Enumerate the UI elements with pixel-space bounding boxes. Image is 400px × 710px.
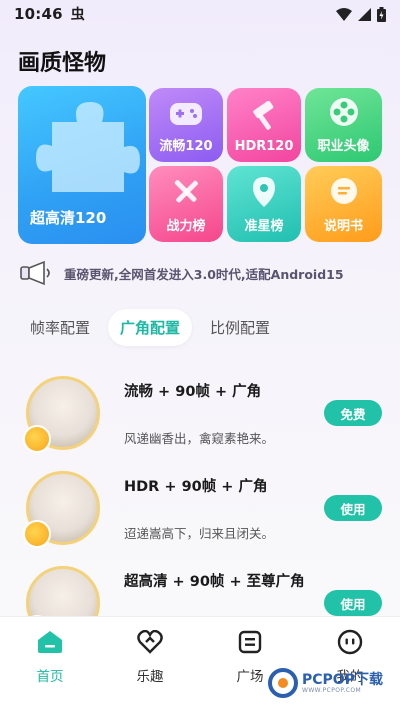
config-tabs: 帧率配置 广角配置 比例配置 [18,308,288,346]
profile-face-icon [335,627,365,657]
puzzle-icon [36,102,140,192]
chat-bubble-icon [330,178,357,204]
notification-icon: 虫 [70,7,85,23]
app-title: 画质怪物 [18,51,107,76]
tab-frame-rate[interactable]: 帧率配置 [18,309,102,346]
config-desc: 迢递嵩高下，归来且闭关。 [124,526,275,541]
gamepad-icon [170,103,202,125]
avatar [23,376,100,453]
nav-label: 乐趣 [136,669,164,685]
watermark-url: WWW.PCPOP.COM [302,686,362,694]
config-list: 流畅 + 90帧 + 广角 风递幽香出，禽窥素艳来。 免费 HDR + 90帧 … [0,360,400,616]
tile-label: 超高清120 [30,209,107,227]
tile-label: 流畅120 [159,139,213,154]
megaphone-icon [20,260,50,286]
sun-badge-icon [23,425,51,453]
tile-manual[interactable]: 说明书 [305,166,382,242]
battery-icon [377,6,386,22]
pcpop-logo-icon [268,668,298,698]
square-list-icon [235,627,265,657]
tile-label: 战力榜 [166,219,206,234]
tile-label: 准星榜 [244,219,284,234]
list-item[interactable]: 超高清 + 90帧 + 至尊广角 使用 [0,550,400,616]
crossed-swords-icon [174,180,198,203]
announcement-text: 重磅更新,全网首发进入3.0时代,适配Android15 [64,266,344,282]
watermark-text: PCPOP下载 WWW.PCPOP.COM [302,673,383,694]
tile-pro-avatar[interactable]: 职业头像 [305,88,382,162]
tile-super-hd-120[interactable]: 超高清120 [18,86,146,244]
tile-crosshair-rank[interactable]: 准星榜 [227,166,301,242]
status-bar: 10:46 虫 [0,0,400,28]
home-icon [35,627,65,657]
free-button[interactable]: 免费 [324,400,382,426]
status-time: 10:46 [14,5,63,23]
config-title: 超高清 + 90帧 + 至尊广角 [124,574,305,590]
tile-hdr-120[interactable]: HDR120 [227,88,301,162]
hammer-icon [253,101,274,130]
watermark-brand: PCPOP下载 [302,671,383,688]
tile-label: 说明书 [323,219,363,234]
sun-badge-icon [23,520,51,548]
tile-label: HDR120 [234,139,294,154]
heart-link-icon [135,627,165,657]
wifi-icon [336,7,352,21]
tile-power-rank[interactable]: 战力榜 [149,166,223,242]
nav-label: 广场 [236,669,264,685]
avatar [23,566,100,616]
config-title: HDR + 90帧 + 广角 [124,479,268,495]
list-item[interactable]: 流畅 + 90帧 + 广角 风递幽香出，禽窥素艳来。 免费 [0,360,400,456]
tile-smooth-120[interactable]: 流畅120 [149,88,223,162]
announcement-bar[interactable]: 重磅更新,全网首发进入3.0时代,适配Android15 [18,258,384,288]
tile-label: 职业头像 [317,139,370,154]
watermark: PCPOP下载 WWW.PCPOP.COM [268,663,400,703]
status-icons [336,6,386,22]
nav-label: 首页 [36,669,64,685]
nav-fun[interactable]: 乐趣 [100,617,200,710]
tab-wide-angle[interactable]: 广角配置 [108,308,193,346]
list-item[interactable]: HDR + 90帧 + 广角 迢递嵩高下，归来且闭关。 使用 [0,455,400,551]
use-button[interactable]: 使用 [324,590,382,616]
config-desc: 风递幽香出，禽窥素艳来。 [124,431,275,446]
tab-ratio[interactable]: 比例配置 [198,309,282,346]
map-pin-icon [253,177,275,207]
avatar [23,471,100,548]
signal-icon [358,7,371,21]
config-title: 流畅 + 90帧 + 广角 [124,384,262,400]
use-button[interactable]: 使用 [324,495,382,521]
film-reel-icon [329,98,358,126]
nav-home[interactable]: 首页 [0,617,100,710]
